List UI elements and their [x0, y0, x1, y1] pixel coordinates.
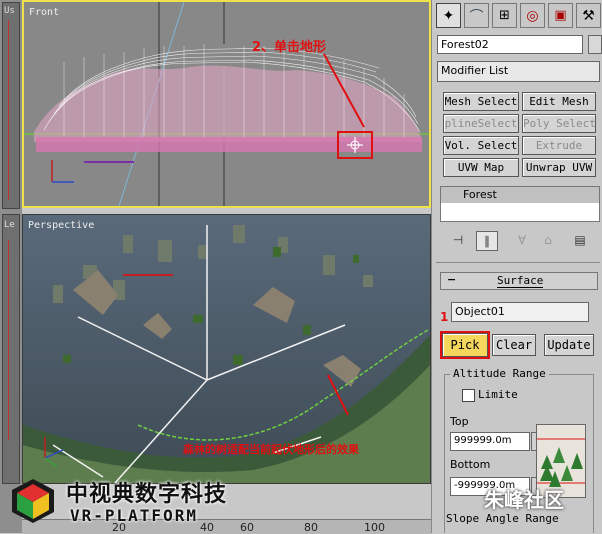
- extrude-button[interactable]: Extrude: [522, 136, 596, 155]
- mesh-select-button[interactable]: Mesh Select: [443, 92, 519, 111]
- limit-label: Limite: [478, 388, 518, 401]
- bottom-label: Bottom: [450, 458, 491, 471]
- surface-object-field[interactable]: Object01: [451, 302, 589, 322]
- display-icon: ▣: [554, 8, 567, 23]
- top-label: Top: [450, 415, 469, 428]
- vr-platform-logo-icon: [12, 479, 54, 523]
- unwrap-uvw-button[interactable]: Unwrap UVW: [522, 158, 596, 177]
- pin-stack-icon[interactable]: ⊣: [448, 231, 468, 249]
- watermark-subtitle: VR-PLATFORM: [70, 506, 198, 525]
- front-viewport-label[interactable]: Front: [29, 7, 59, 18]
- slope-angle-range-label: Slope Angle Range: [446, 512, 559, 525]
- surface-rollout-header[interactable]: − Surface: [440, 272, 598, 290]
- motion-tab[interactable]: ◎: [520, 3, 545, 28]
- create-icon: ✦: [442, 7, 455, 24]
- display-tab[interactable]: ▣: [548, 3, 573, 28]
- show-end-result-icon[interactable]: ∥: [476, 231, 498, 251]
- modifier-list-dropdown[interactable]: Modifier List: [437, 61, 600, 82]
- ruler-tick: 100: [364, 521, 385, 534]
- left-viewport-strip: Us Le: [0, 0, 22, 533]
- stack-item-forest[interactable]: Forest: [441, 187, 599, 203]
- modify-icon: ⌒: [469, 8, 484, 25]
- strip-axis-line-2: [8, 240, 9, 440]
- pick-button[interactable]: Pick: [440, 331, 490, 359]
- limit-checkbox[interactable]: [462, 389, 475, 402]
- vol-select-button[interactable]: Vol. Select: [443, 136, 519, 155]
- uvw-map-button[interactable]: UVW Map: [443, 158, 519, 177]
- watermark-title: 中视典数字科技: [66, 482, 228, 507]
- remove-modifier-icon[interactable]: ⌂: [538, 231, 558, 249]
- front-viewport[interactable]: Front 2、单击地形: [22, 0, 431, 208]
- make-unique-icon[interactable]: ∀: [512, 231, 532, 249]
- left-viewport-label: Le: [4, 220, 15, 230]
- left-viewport-edge[interactable]: [2, 214, 20, 484]
- clear-button[interactable]: Clear: [492, 334, 536, 356]
- hierarchy-icon: ⊞: [499, 8, 510, 23]
- spline-select-button[interactable]: plineSelect: [443, 114, 519, 133]
- front-scene: [24, 2, 429, 206]
- user-viewport-edge[interactable]: [2, 2, 20, 209]
- forest-effect-annotation: 森林的树适配当前起伏地形后的效果: [183, 443, 359, 456]
- ruler-tick: 80: [304, 521, 318, 534]
- surface-rollout-title: Surface: [497, 274, 544, 288]
- forum-watermark: 朱峰社区: [484, 488, 564, 512]
- object-name-field[interactable]: Forest02: [437, 35, 583, 54]
- configure-sets-icon[interactable]: ▤: [570, 231, 590, 249]
- modifier-list-label: Modifier List: [441, 64, 509, 77]
- rollout-collapse-icon: −: [447, 273, 457, 286]
- modify-tab[interactable]: ⌒: [464, 3, 489, 28]
- click-terrain-annotation: 2、单击地形: [252, 40, 327, 55]
- user-viewport-label: Us: [4, 6, 15, 16]
- create-tab[interactable]: ✦: [436, 3, 461, 28]
- perspective-viewport-label[interactable]: Perspective: [28, 220, 94, 231]
- step-one-marker: 1: [440, 310, 449, 324]
- top-value-field[interactable]: 999999.0m: [450, 432, 530, 451]
- modifier-stack[interactable]: Forest: [440, 186, 600, 222]
- motion-icon: ◎: [526, 7, 539, 24]
- utilities-tab[interactable]: ⚒: [576, 3, 601, 28]
- strip-axis-line: [8, 20, 9, 200]
- perspective-viewport[interactable]: Perspective 森林的树适配当前起伏地形后的效果: [22, 214, 431, 484]
- poly-select-button[interactable]: Poly Select: [522, 114, 596, 133]
- altitude-range-label: Altitude Range: [450, 367, 549, 380]
- command-panel: ✦ ⌒ ⊞ ◎ ▣ ⚒ Forest02 Modifier List Mesh …: [431, 0, 602, 533]
- update-button[interactable]: Update: [544, 334, 594, 356]
- edit-mesh-button[interactable]: Edit Mesh: [522, 92, 596, 111]
- hierarchy-tab[interactable]: ⊞: [492, 3, 517, 28]
- divider: [436, 262, 600, 263]
- watermark: 中视典数字科技 VR-PLATFORM: [0, 470, 280, 533]
- object-color-swatch[interactable]: [588, 35, 602, 54]
- hammer-icon: ⚒: [582, 7, 595, 24]
